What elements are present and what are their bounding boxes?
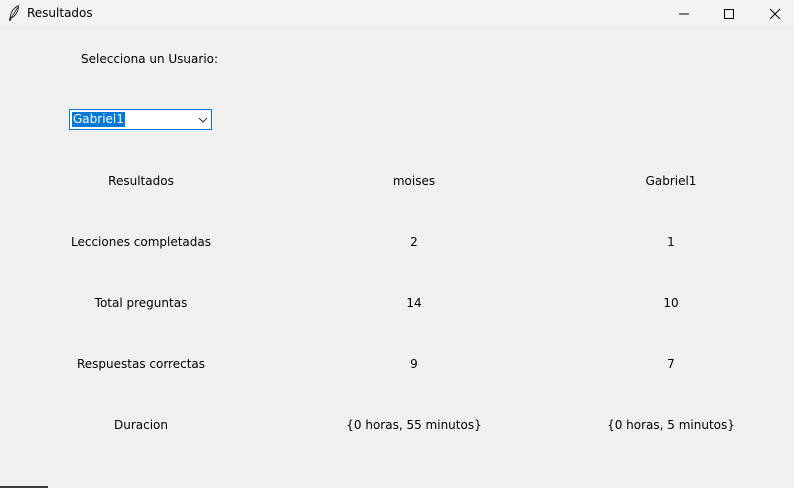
maximize-button[interactable] [706, 0, 752, 27]
user-combobox-value[interactable]: Gabriel1 [72, 112, 125, 127]
row-label-preguntas: Total preguntas [94, 296, 188, 310]
select-user-label: Selecciona un Usuario: [81, 52, 219, 66]
results-window: Resultados Selecciona un Usuario: Gabrie… [0, 0, 794, 488]
cell-gabriel1-correctas: 7 [667, 357, 675, 371]
close-button[interactable] [752, 0, 794, 27]
chevron-down-icon[interactable] [198, 114, 208, 124]
user-combobox[interactable]: Gabriel1 [69, 109, 212, 130]
window-title: Resultados [27, 6, 93, 20]
feather-icon [8, 5, 20, 21]
minimize-button[interactable] [661, 0, 707, 27]
cell-moises-lecciones: 2 [410, 235, 418, 249]
row-label-duracion: Duracion [113, 418, 169, 432]
cell-moises-duracion: {0 horas, 55 minutos} [346, 418, 482, 432]
client-area: Selecciona un Usuario: Gabriel1 Resultad… [0, 27, 794, 485]
row-label-lecciones: Lecciones completadas [70, 235, 212, 249]
cell-gabriel1-lecciones: 1 [667, 235, 675, 249]
header-user-gabriel1: Gabriel1 [645, 174, 697, 188]
cell-gabriel1-duracion: {0 horas, 5 minutos} [607, 418, 735, 432]
maximize-icon [723, 8, 735, 20]
row-label-correctas: Respuestas correctas [76, 357, 206, 371]
minimize-icon [678, 8, 690, 20]
cell-moises-correctas: 9 [410, 357, 418, 371]
close-icon [769, 8, 781, 20]
header-results: Resultados [108, 174, 174, 188]
cell-moises-preguntas: 14 [406, 296, 422, 310]
cell-gabriel1-preguntas: 10 [663, 296, 679, 310]
header-user-moises: moises [392, 174, 436, 188]
title-bar[interactable]: Resultados [0, 0, 794, 27]
